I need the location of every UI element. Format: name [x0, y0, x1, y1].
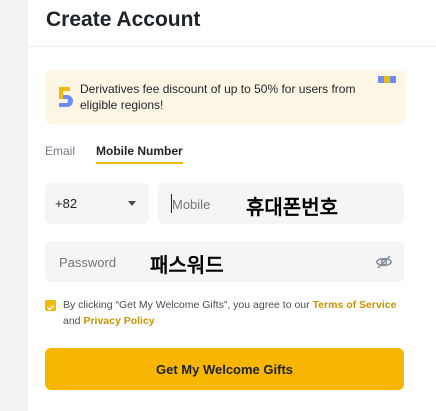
terms-text: By clicking “Get My Welcome Gifts”, you … [63, 297, 413, 329]
promo-text: Derivatives fee discount of up to 50% fo… [80, 82, 356, 112]
password-input[interactable] [59, 253, 139, 271]
country-code-value: +82 [55, 196, 78, 211]
five-percent-badge-icon [57, 86, 73, 108]
mobile-field-container: 휴대폰번호 [158, 183, 404, 224]
tab-email[interactable]: Email [45, 144, 75, 162]
terms-checkbox[interactable] [45, 300, 56, 311]
tab-mobile-number[interactable]: Mobile Number [96, 144, 183, 164]
password-annotation: 패스워드 [150, 253, 224, 277]
chevron-down-icon [128, 201, 136, 206]
mobile-annotation: 휴대폰번호 [246, 195, 338, 219]
terms-middle: and [63, 315, 84, 327]
terms-prefix: By clicking “Get My Welcome Gifts”, you … [63, 299, 313, 311]
get-welcome-gifts-button[interactable]: Get My Welcome Gifts [45, 348, 404, 390]
password-field-container: 패스워드 [45, 241, 404, 282]
country-code-select[interactable]: +82 [45, 183, 149, 224]
header-divider [28, 46, 436, 47]
promo-banner[interactable]: Derivatives fee discount of up to 50% fo… [45, 70, 405, 124]
mobile-input[interactable] [172, 195, 242, 213]
check-icon [46, 304, 55, 311]
privacy-policy-link[interactable]: Privacy Policy [83, 315, 154, 327]
promo-decoration-icon [378, 70, 396, 83]
create-account-card: Create Account Derivatives fee discount … [28, 0, 436, 411]
terms-of-service-link[interactable]: Terms of Service [313, 299, 397, 311]
page-title: Create Account [46, 8, 201, 31]
eye-off-icon[interactable] [375, 253, 393, 271]
more-content-indicator [204, 405, 244, 411]
